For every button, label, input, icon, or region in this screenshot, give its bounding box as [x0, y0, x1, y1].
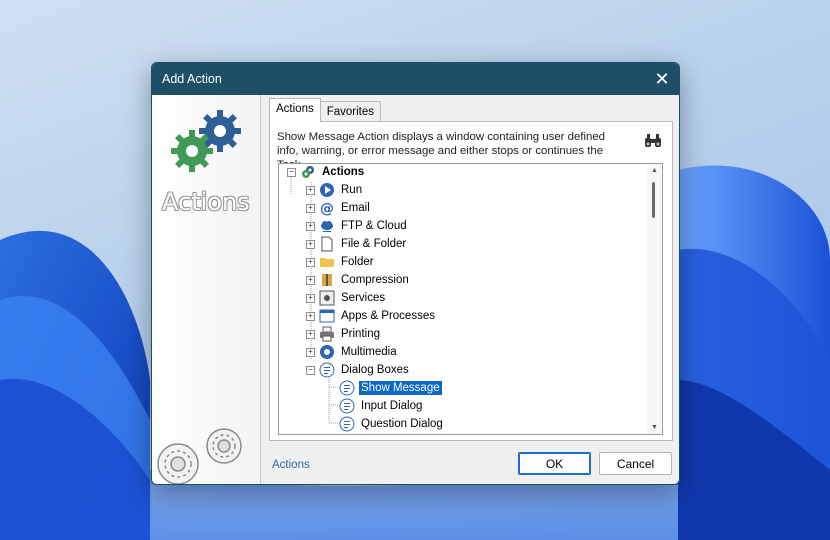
- tree-node-printing[interactable]: + Printing: [306, 325, 382, 343]
- run-icon: [320, 183, 334, 197]
- binoculars-icon[interactable]: [644, 133, 662, 149]
- tree-node-label: Multimedia: [341, 346, 397, 358]
- tree-node-apps-processes[interactable]: + Apps & Processes: [306, 307, 437, 325]
- expand-icon[interactable]: +: [306, 329, 315, 339]
- scroll-thumb[interactable]: [652, 182, 655, 218]
- tree-node-question-dialog[interactable]: Question Dialog: [339, 415, 445, 433]
- printer-icon: [320, 326, 334, 342]
- tree-node-show-message[interactable]: Show Message: [339, 379, 442, 397]
- tree-node-label: Services: [341, 292, 386, 304]
- branding-pane: Actions: [152, 95, 261, 484]
- main-pane: Actions Favorites Show Message Action di…: [261, 95, 679, 484]
- tree-node-label: Printing: [341, 328, 380, 340]
- tab-favorites[interactable]: Favorites: [319, 101, 382, 122]
- tree-node-email[interactable]: + @ Email: [306, 199, 372, 217]
- message-icon: [339, 416, 355, 432]
- actions-help-link[interactable]: Actions: [272, 459, 310, 471]
- add-action-dialog: Add Action ✕ Actions Actions Favorites S…: [151, 62, 680, 485]
- tree-node-label: Run: [341, 184, 363, 196]
- window-reflection: [151, 485, 678, 540]
- folder-icon: [320, 258, 334, 267]
- ok-button[interactable]: OK: [518, 452, 591, 475]
- tree-node-label: Question Dialog: [361, 418, 443, 430]
- file-icon: [321, 236, 333, 252]
- tree-node-dialog-boxes[interactable]: − Dialog Boxes: [306, 361, 411, 379]
- tree-node-file-folder[interactable]: + File & Folder: [306, 235, 408, 253]
- decorative-gears-icon: [157, 428, 242, 484]
- collapse-icon[interactable]: −: [287, 167, 296, 177]
- tree-scrollbar[interactable]: ▲ ▼: [647, 164, 662, 434]
- tree-node-label: Show Message: [359, 381, 442, 395]
- close-button[interactable]: ✕: [645, 63, 679, 95]
- close-icon: ✕: [654, 68, 670, 89]
- tree-node-run[interactable]: + Run: [306, 181, 364, 199]
- expand-icon[interactable]: +: [306, 257, 315, 267]
- cancel-button[interactable]: Cancel: [599, 452, 672, 475]
- services-icon: [319, 290, 335, 306]
- titlebar: Add Action ✕: [152, 63, 679, 95]
- tree-node-label: Email: [341, 202, 370, 214]
- tree-node-folder[interactable]: + Folder: [306, 253, 376, 271]
- tree-node-label: Compression: [341, 274, 409, 286]
- actions-tab-panel: Show Message Action displays a window co…: [269, 121, 673, 441]
- tree-node-label: Actions: [322, 166, 365, 178]
- tree-node-label: Apps & Processes: [341, 310, 435, 322]
- expand-icon[interactable]: +: [306, 275, 315, 285]
- expand-icon[interactable]: +: [306, 239, 315, 249]
- expand-icon[interactable]: +: [306, 293, 315, 303]
- tree-node-input-dialog[interactable]: Input Dialog: [339, 397, 424, 415]
- actions-tree[interactable]: − Actions + Run + @ Email + FTP & Cloud …: [278, 163, 663, 435]
- tree-node-multimedia[interactable]: + Multimedia: [306, 343, 399, 361]
- expand-icon[interactable]: +: [306, 185, 315, 195]
- tree-node-compression[interactable]: + Compression: [306, 271, 411, 289]
- compression-icon: [322, 274, 332, 286]
- tree-node-label: File & Folder: [341, 238, 407, 250]
- tree-node-label: Dialog Boxes: [341, 364, 409, 376]
- email-icon: @: [320, 201, 334, 216]
- gears-logo-icon: [171, 110, 241, 172]
- expand-icon[interactable]: +: [306, 347, 315, 357]
- multimedia-icon: [320, 345, 334, 359]
- svg-text:@: @: [320, 201, 334, 216]
- message-icon: [339, 380, 355, 396]
- scroll-down-icon[interactable]: ▼: [650, 423, 659, 432]
- collapse-icon[interactable]: −: [306, 365, 315, 375]
- apps-icon: [319, 309, 335, 323]
- gear-icon: [302, 166, 314, 178]
- tree-node-actions[interactable]: − Actions: [287, 164, 366, 181]
- tree-node-label: Input Dialog: [361, 400, 423, 412]
- expand-icon[interactable]: +: [306, 311, 315, 321]
- expand-icon[interactable]: +: [306, 221, 315, 231]
- tree-node-ftp-cloud[interactable]: + FTP & Cloud: [306, 217, 409, 235]
- tree-node-label: FTP & Cloud: [341, 220, 407, 232]
- cloud-icon: [321, 221, 333, 232]
- scroll-up-icon[interactable]: ▲: [650, 166, 659, 175]
- dialog-icon: [319, 362, 335, 378]
- logo-text: Actions: [162, 188, 250, 216]
- window-title: Add Action: [162, 72, 222, 86]
- tree-node-label: Folder: [341, 256, 374, 268]
- tab-actions[interactable]: Actions: [269, 98, 321, 122]
- tree-node-services[interactable]: + Services: [306, 289, 387, 307]
- expand-icon[interactable]: +: [306, 203, 315, 213]
- tab-strip: Actions Favorites: [269, 98, 382, 122]
- message-icon: [339, 398, 355, 414]
